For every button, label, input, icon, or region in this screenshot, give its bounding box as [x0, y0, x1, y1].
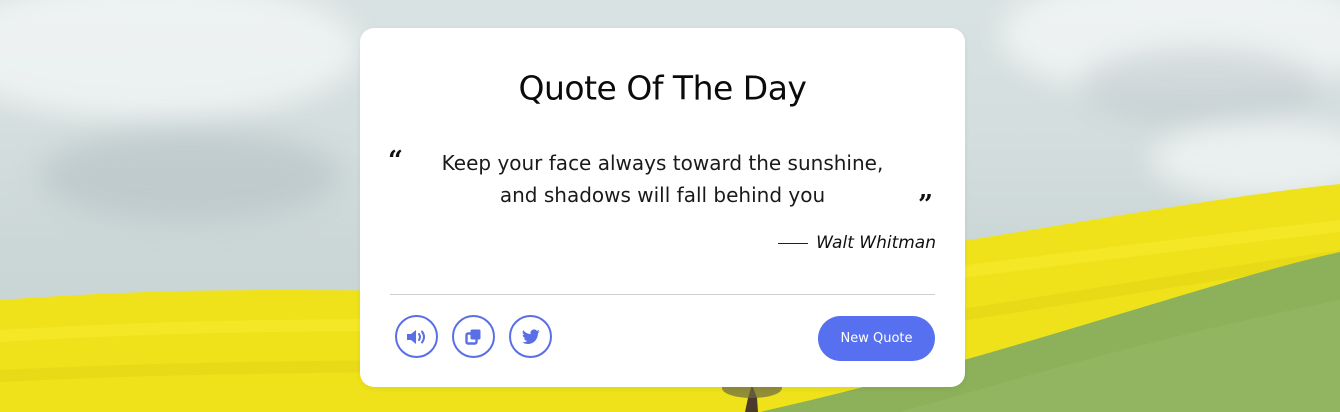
quote-line: and shadows will fall behind you	[499, 183, 826, 207]
quote-text: Keep your face always toward the sunshin…	[415, 147, 910, 211]
card-title: Quote Of The Day	[518, 68, 807, 108]
divider	[390, 294, 935, 295]
quote-line: Keep your face always toward the sunshin…	[441, 151, 884, 175]
author-name: Walt Whitman	[816, 233, 936, 253]
speech-button[interactable]	[395, 315, 438, 358]
author-dash	[778, 242, 809, 244]
new-quote-button[interactable]: New Quote	[818, 316, 935, 361]
twitter-icon	[521, 328, 540, 344]
volume-icon	[406, 329, 425, 344]
quote-card: Quote Of The Day “ Keep your face always…	[360, 28, 965, 387]
author-row: Walt Whitman	[778, 233, 936, 253]
close-quote-icon: ”	[918, 190, 933, 220]
open-quote-icon: “	[388, 146, 403, 176]
copy-icon	[464, 329, 480, 345]
twitter-button[interactable]	[509, 315, 552, 358]
copy-button[interactable]	[452, 315, 495, 358]
